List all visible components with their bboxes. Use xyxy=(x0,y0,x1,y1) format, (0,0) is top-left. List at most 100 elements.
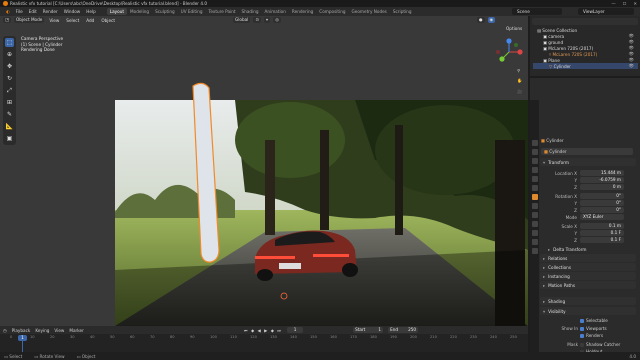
maximize-button[interactable]: ☐ xyxy=(623,1,627,6)
add-cube-tool-icon[interactable]: ▣ xyxy=(5,134,14,143)
modifier-tab-icon[interactable] xyxy=(531,203,538,209)
workspace-tab-texture-paint[interactable]: Texture Paint xyxy=(206,8,239,15)
camera-render-view[interactable] xyxy=(115,100,528,326)
shading-panel-header[interactable]: ▸ Shading xyxy=(540,297,636,305)
view-layer-tab-icon[interactable] xyxy=(531,167,538,173)
delta-transform-header[interactable]: ▸ Delta Transform xyxy=(540,245,636,253)
object-tab-icon[interactable] xyxy=(531,194,538,200)
play-icon[interactable]: ▶ xyxy=(264,328,268,333)
editor-type-button[interactable]: ◷ xyxy=(3,328,7,333)
snap-icon[interactable]: ⌖ xyxy=(263,17,271,23)
workspace-tab-shading[interactable]: Shading xyxy=(239,8,262,15)
transform-panel-header[interactable]: ▾ Transform xyxy=(540,158,636,166)
play-reverse-icon[interactable]: ◀ xyxy=(258,328,262,333)
selected-cylinder-object[interactable] xyxy=(185,80,235,270)
jump-end-icon[interactable]: ⏭ xyxy=(277,328,282,333)
object-mode-dropdown[interactable]: Object Mode xyxy=(13,17,45,23)
outliner-row-cylinder[interactable]: ▽ Cylinder 👁 xyxy=(533,63,638,69)
select-box-tool-icon[interactable]: ⬚ xyxy=(5,38,14,47)
annotate-tool-icon[interactable]: ✎ xyxy=(5,110,14,119)
prev-key-icon[interactable]: ◆ xyxy=(251,328,255,333)
physics-tab-icon[interactable] xyxy=(531,221,538,227)
scale-y-field[interactable]: 0.1 F xyxy=(580,230,624,236)
render-tab-icon[interactable] xyxy=(531,149,538,155)
menu-object[interactable]: Object xyxy=(99,18,117,23)
options-dropdown[interactable]: Options xyxy=(506,26,522,31)
menu-keying[interactable]: Keying xyxy=(35,328,49,333)
location-y-field[interactable]: -6.0759 m xyxy=(580,177,624,183)
location-x-field[interactable]: 15.444 m xyxy=(580,170,624,176)
transform-tool-icon[interactable]: ⊞ xyxy=(5,98,14,107)
tool-tab-icon[interactable] xyxy=(531,140,538,146)
visibility-panel-header[interactable]: ▾ Visibility xyxy=(540,307,636,315)
selectable-checkbox-row[interactable]: Selectable xyxy=(580,318,608,323)
timeline-ruler[interactable]: 0 10 20 30 40 50 60 70 80 90 100 110 120 130 140 150 160… xyxy=(0,334,528,352)
end-frame-field[interactable]: End 250 xyxy=(388,327,419,333)
close-button[interactable]: ✕ xyxy=(633,1,637,6)
world-tab-icon[interactable] xyxy=(531,185,538,191)
checkbox-unchecked-icon[interactable] xyxy=(580,342,584,347)
workspace-tab-animation[interactable]: Animation xyxy=(262,8,289,15)
show-in-viewports-row[interactable]: Show In Viewports xyxy=(560,326,606,331)
measure-tool-icon[interactable]: 📐 xyxy=(5,122,14,131)
workspace-tab-modeling[interactable]: Modeling xyxy=(127,8,152,15)
object-name-field[interactable]: ■ Cylinder xyxy=(541,148,633,155)
move-tool-icon[interactable]: ✥ xyxy=(5,62,14,71)
workspace-tab-geometry-nodes[interactable]: Geometry Nodes xyxy=(349,8,390,15)
collections-panel-header[interactable]: ▸ Collections xyxy=(540,263,636,271)
menu-marker[interactable]: Marker xyxy=(69,328,83,333)
proportional-edit-icon[interactable]: ◎ xyxy=(273,17,281,23)
cursor-tool-icon[interactable]: ⊕ xyxy=(5,50,14,59)
workspace-tab-scripting[interactable]: Scripting xyxy=(390,8,415,15)
menu-view[interactable]: View xyxy=(54,328,64,333)
instancing-panel-header[interactable]: ▸ Instancing xyxy=(540,272,636,280)
scale-x-field[interactable]: 0.1 m xyxy=(580,223,624,229)
scale-tool-icon[interactable]: ⤢ xyxy=(5,86,14,95)
menu-add[interactable]: Add xyxy=(84,18,96,23)
output-tab-icon[interactable] xyxy=(531,158,538,164)
scale-z-field[interactable]: 0.1 F xyxy=(580,237,624,243)
menu-playback[interactable]: Playback xyxy=(12,328,31,333)
particles-tab-icon[interactable] xyxy=(531,212,538,218)
menu-file[interactable]: File xyxy=(13,9,26,14)
workspace-tab-layout[interactable]: Layout xyxy=(106,8,128,15)
relations-panel-header[interactable]: ▸ Relations xyxy=(540,254,636,262)
rotation-z-field[interactable]: 0° xyxy=(580,207,624,213)
workspace-tab-sculpting[interactable]: Sculpting xyxy=(152,8,178,15)
shading-render-icon[interactable]: ◉ xyxy=(487,17,496,23)
material-tab-icon[interactable] xyxy=(531,248,538,254)
camera-view-icon[interactable]: 🎥 xyxy=(517,89,522,95)
menu-window[interactable]: Window xyxy=(61,9,84,14)
editor-type-button[interactable]: ◳ xyxy=(3,17,11,23)
show-in-renders-row[interactable]: Renders xyxy=(580,333,603,338)
minimize-button[interactable]: — xyxy=(612,1,616,6)
rotation-y-field[interactable]: 0° xyxy=(580,200,624,206)
zoom-icon[interactable]: ⚲ xyxy=(517,68,522,73)
scene-selector[interactable]: Scene xyxy=(512,8,562,15)
mask-shadow-catcher-row[interactable]: Mask Shadow Catcher xyxy=(560,342,620,347)
blender-menu-icon[interactable]: ◐ xyxy=(3,9,13,14)
motion-paths-panel-header[interactable]: ▸ Motion Paths xyxy=(540,281,636,289)
next-key-icon[interactable]: ◆ xyxy=(271,328,275,333)
navigation-gizmo[interactable] xyxy=(494,38,524,66)
menu-help[interactable]: Help xyxy=(83,9,99,14)
checkbox-checked-icon[interactable] xyxy=(580,318,584,323)
menu-view[interactable]: View xyxy=(47,18,61,23)
scene-tab-icon[interactable] xyxy=(531,176,538,182)
menu-select[interactable]: Select xyxy=(64,18,81,23)
start-frame-field[interactable]: Start 1 xyxy=(353,327,384,333)
transform-orientation-dropdown[interactable]: Global xyxy=(232,17,251,23)
menu-edit[interactable]: Edit xyxy=(26,9,40,14)
menu-render[interactable]: Render xyxy=(40,9,61,14)
shading-solid-icon[interactable]: ● xyxy=(476,17,485,23)
pan-icon[interactable]: ✋ xyxy=(517,78,522,84)
jump-start-icon[interactable]: ⏮ xyxy=(244,328,249,333)
visibility-eye-icon[interactable]: 👁 xyxy=(629,63,634,69)
rotation-x-field[interactable]: 0° xyxy=(580,193,624,199)
checkbox-checked-icon[interactable] xyxy=(580,326,584,331)
pivot-icon[interactable]: ⊙ xyxy=(253,17,261,23)
workspace-tab-uv-editing[interactable]: UV Editing xyxy=(178,8,206,15)
current-frame-field[interactable]: 1 xyxy=(287,327,304,333)
workspace-tab-rendering[interactable]: Rendering xyxy=(289,8,316,15)
rotation-mode-dropdown[interactable]: XYZ Euler xyxy=(580,214,624,220)
